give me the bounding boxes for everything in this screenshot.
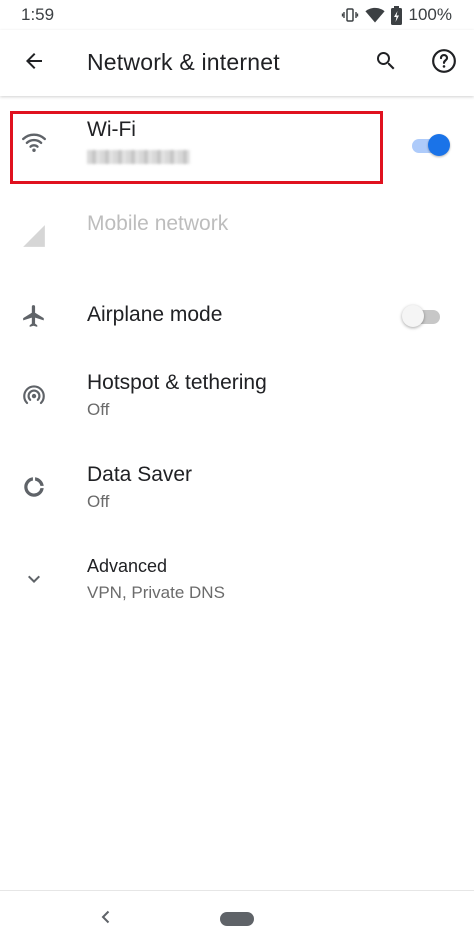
navigation-bar [0,890,474,949]
airplane-icon [14,296,54,336]
back-arrow-icon [22,49,46,78]
vibrate-icon [341,6,359,24]
help-icon [431,48,457,79]
home-pill-icon[interactable] [220,912,254,926]
status-bar: 1:59 100% [0,0,474,30]
data-saver-row[interactable]: Data Saver Off [0,452,474,532]
mobile-network-row[interactable]: Mobile network [0,190,474,274]
airplane-mode-toggle[interactable] [402,303,442,329]
advanced-row[interactable]: Advanced VPN, Private DNS [0,546,474,616]
airplane-mode-row[interactable]: Airplane mode [0,278,474,354]
hotspot-row[interactable]: Hotspot & tethering Off [0,360,474,440]
airplane-mode-title: Airplane mode [87,303,223,326]
search-button[interactable] [364,41,408,85]
wifi-toggle[interactable] [410,132,450,158]
nav-back-button[interactable] [94,907,118,931]
hotspot-title: Hotspot & tethering [87,371,267,394]
airplane-toggle-thumb [402,305,424,327]
wifi-title: Wi-Fi [87,118,136,141]
data-saver-title: Data Saver [87,463,193,486]
wifi-signal-icon [364,6,385,24]
help-button[interactable] [422,41,466,85]
wifi-network-name-redacted [87,150,190,164]
status-icons: 100% [341,4,452,26]
nav-back-icon [99,910,113,929]
cellular-signal-icon [14,216,54,256]
hotspot-icon [14,375,54,415]
mobile-network-title: Mobile network [87,212,229,235]
wifi-toggle-thumb [428,134,450,156]
wifi-row[interactable]: Wi-Fi [0,108,474,184]
page-title: Network & internet [87,49,280,75]
status-time: 1:59 [21,5,55,24]
search-icon [374,49,398,78]
battery-percentage: 100% [408,5,452,24]
advanced-subtitle: VPN, Private DNS [87,583,225,602]
chevron-down-icon [14,559,54,599]
back-button[interactable] [12,41,56,85]
data-saver-subtitle: Off [87,492,110,511]
wifi-icon [14,122,54,162]
app-bar: Network & internet [0,30,474,96]
advanced-title: Advanced [87,556,168,576]
data-saver-icon [14,467,54,507]
battery-charging-icon [390,5,402,25]
hotspot-subtitle: Off [87,400,110,419]
